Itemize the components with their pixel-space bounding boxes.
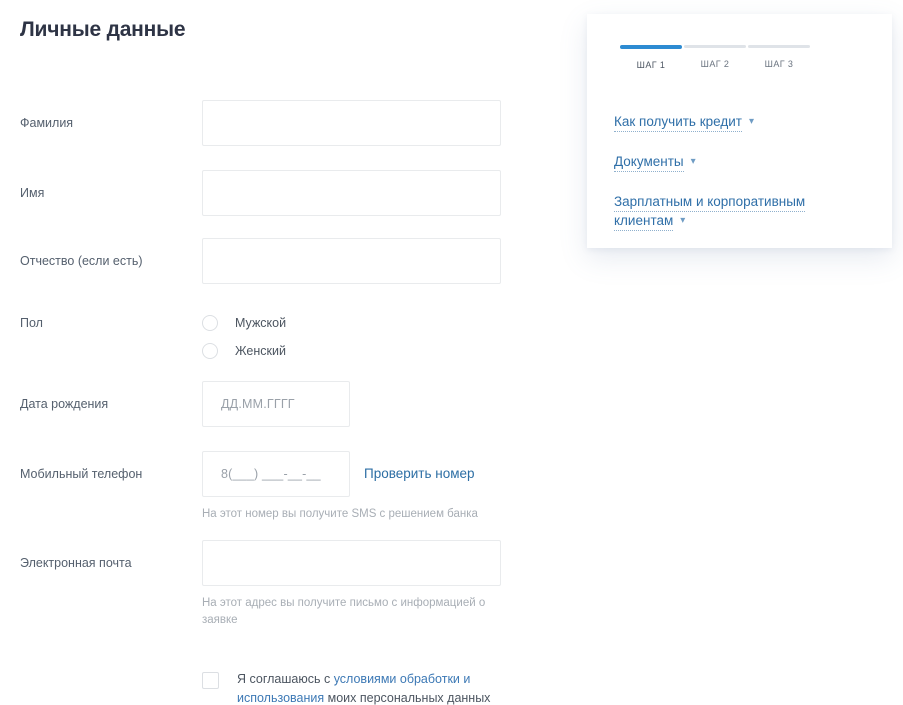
radio-gender-male-label: Мужской	[235, 316, 287, 330]
help-link-documents-label: Документы	[614, 154, 684, 172]
input-birthdate[interactable]: ДД.ММ.ГГГГ	[202, 381, 350, 427]
label-email: Электронная почта	[20, 556, 132, 570]
consent-text: Я соглашаюсь с условиями обработки и исп…	[237, 670, 537, 705]
consent-text-after: моих персональных данных	[324, 691, 491, 705]
label-firstname: Имя	[20, 186, 45, 200]
input-phone[interactable]: 8(___) ___-__-__	[202, 451, 350, 497]
step-3-bar	[748, 45, 810, 48]
steps-indicator: ШАГ 1 ШАГ 2 ШАГ 3	[620, 45, 812, 70]
help-link-corporate-clients[interactable]: Зарплатным и корпоративным клиентам ▾	[614, 192, 866, 231]
chevron-down-icon: ▾	[690, 156, 696, 167]
phone-hint: На этот номер вы получите SMS с решением…	[202, 508, 478, 520]
consent-text-before: Я соглашаюсь с	[237, 672, 334, 686]
help-link-documents[interactable]: Документы ▾	[614, 152, 866, 172]
help-side-card: ШАГ 1 ШАГ 2 ШАГ 3 Как получить кредит ▾ Д…	[587, 14, 892, 248]
step-2-bar	[684, 45, 746, 48]
step-2[interactable]: ШАГ 2	[684, 45, 746, 70]
radio-gender-female[interactable]: Женский	[202, 343, 286, 359]
radio-gender-female-label: Женский	[235, 344, 286, 358]
step-1-bar	[620, 45, 682, 49]
consent-checkbox[interactable]	[202, 672, 219, 689]
email-hint: На этот адрес вы получите письмо с инфор…	[202, 597, 486, 626]
radio-circle-icon	[202, 343, 218, 359]
step-3-label: ШАГ 3	[764, 59, 794, 69]
label-phone: Мобильный телефон	[20, 467, 143, 481]
chevron-down-icon: ▾	[748, 116, 754, 127]
help-link-how-to-get-credit-label: Как получить кредит	[614, 114, 742, 132]
input-birthdate-placeholder: ДД.ММ.ГГГГ	[221, 397, 295, 411]
label-middlename: Отчество (если есть)	[20, 254, 143, 268]
radio-circle-icon	[202, 315, 218, 331]
radio-gender-male[interactable]: Мужской	[202, 315, 286, 331]
chevron-down-icon: ▾	[680, 215, 686, 226]
help-link-corporate-clients-label: Зарплатным и корпоративным клиентам	[614, 194, 806, 231]
personal-data-page: Личные данные Фамилия Имя Отчество (если…	[0, 0, 903, 705]
step-3[interactable]: ШАГ 3	[748, 45, 810, 70]
label-birthdate: Дата рождения	[20, 397, 109, 411]
input-firstname[interactable]	[202, 170, 501, 216]
help-links-list: Как получить кредит ▾ Документы ▾ Зарплатн…	[614, 112, 866, 251]
label-gender: Пол	[20, 316, 43, 330]
help-link-how-to-get-credit[interactable]: Как получить кредит ▾	[614, 112, 866, 132]
check-phone-number-link[interactable]: Проверить номер	[364, 466, 475, 481]
step-2-label: ШАГ 2	[700, 59, 730, 69]
input-phone-placeholder: 8(___) ___-__-__	[221, 467, 321, 481]
step-1[interactable]: ШАГ 1	[620, 45, 682, 70]
label-lastname: Фамилия	[20, 116, 74, 130]
input-middlename[interactable]	[202, 238, 501, 284]
input-email[interactable]	[202, 540, 501, 586]
step-1-label: ШАГ 1	[636, 60, 666, 70]
input-lastname[interactable]	[202, 100, 501, 146]
consent-row: Я соглашаюсь с условиями обработки и исп…	[202, 670, 537, 705]
page-title: Личные данные	[20, 18, 186, 41]
